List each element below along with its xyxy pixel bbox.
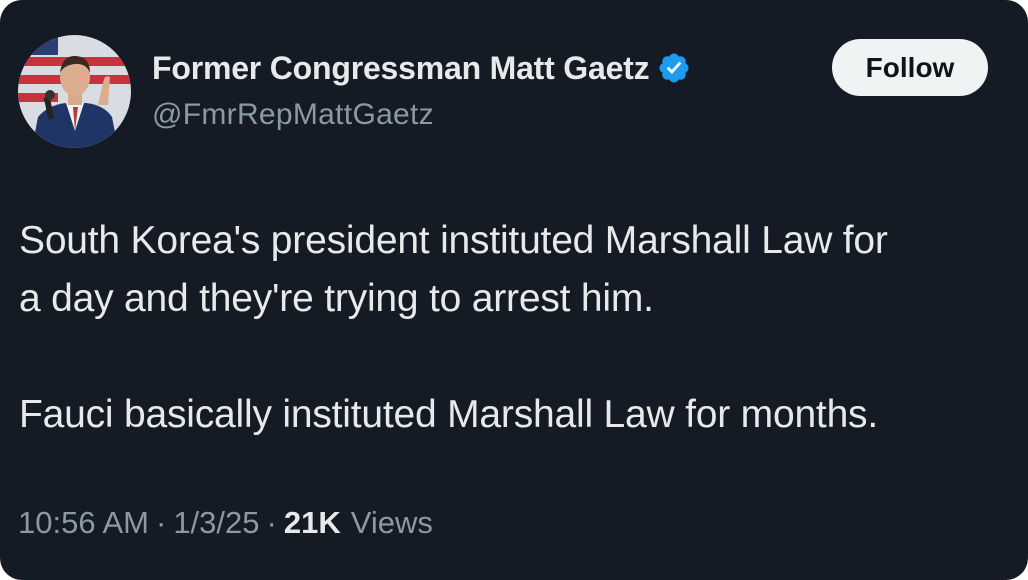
author-handle[interactable]: @FmrRepMattGaetz — [152, 98, 434, 132]
tweet-time[interactable]: 10:56 AM — [18, 505, 149, 541]
tweet-meta: 10:56 AM · 1/3/25 · 21K Views — [18, 505, 433, 541]
tweet-text: South Korea's president instituted Marsh… — [19, 212, 1019, 444]
author-name-row: Former Congressman Matt Gaetz — [152, 46, 691, 90]
views-count: 21K — [283, 505, 341, 540]
tweet-date[interactable]: 1/3/25 — [173, 505, 259, 541]
tweet-text-line: South Korea's president instituted Marsh… — [19, 219, 888, 262]
follow-button[interactable]: Follow — [832, 39, 988, 96]
meta-separator: · — [155, 505, 167, 540]
avatar[interactable] — [18, 35, 131, 148]
author-display-name[interactable]: Former Congressman Matt Gaetz — [152, 50, 650, 87]
tweet-text-line: a day and they're trying to arrest him. — [19, 277, 654, 320]
avatar-photo — [18, 35, 131, 148]
views-label: Views — [350, 505, 433, 540]
tweet-card: Former Congressman Matt Gaetz @FmrRepMat… — [0, 0, 1028, 580]
tweet-text-line: Fauci basically instituted Marshall Law … — [19, 393, 878, 436]
verified-badge-icon — [657, 51, 691, 85]
meta-separator: · — [266, 505, 277, 540]
